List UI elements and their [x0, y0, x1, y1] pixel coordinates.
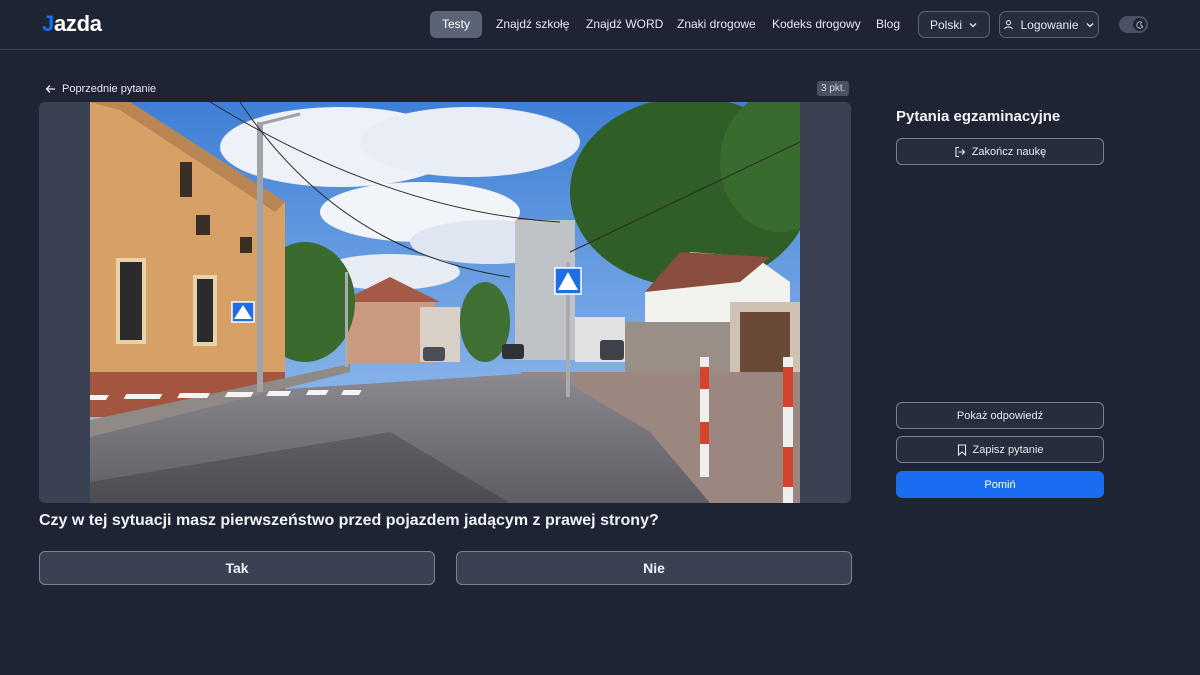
end-learning-button[interactable]: Zakończ naukę — [896, 138, 1104, 165]
street-scene-image — [90, 102, 800, 503]
logout-icon — [955, 146, 965, 157]
points-badge: 3 pkt. — [817, 81, 850, 96]
skip-button[interactable]: Pomiń — [896, 471, 1104, 498]
logo[interactable]: Jazda — [42, 11, 102, 37]
theme-toggle[interactable] — [1119, 16, 1148, 33]
nav-item-kodeks-drogowy[interactable]: Kodeks drogowy — [772, 11, 861, 38]
nav-item-znajdz-word[interactable]: Znajdź WORD — [586, 11, 663, 38]
moon-icon — [1135, 20, 1143, 29]
save-question-button[interactable]: Zapisz pytanie — [896, 436, 1104, 463]
sidebar-title: Pytania egzaminacyjne — [896, 108, 1061, 125]
previous-question-link[interactable]: Poprzednie pytanie — [45, 81, 156, 97]
answer-button-nie[interactable]: Nie — [456, 551, 852, 585]
login-button[interactable]: Logowanie — [999, 11, 1099, 38]
chevron-down-icon — [969, 22, 977, 27]
question-media — [39, 102, 851, 503]
arrow-left-icon — [45, 85, 55, 93]
nav-item-znaki-drogowe[interactable]: Znaki drogowe — [677, 11, 756, 38]
question-text: Czy w tej sytuacji masz pierwszeństwo pr… — [39, 512, 659, 529]
answer-button-tak[interactable]: Tak — [39, 551, 435, 585]
user-icon — [1004, 20, 1014, 30]
show-answer-button[interactable]: Pokaż odpowiedź — [896, 402, 1104, 429]
nav-item-testy[interactable]: Testy — [430, 11, 483, 38]
top-navbar: Jazda Testy Znajdź szkołę Znajdź WORD Zn… — [0, 0, 1200, 50]
language-select[interactable]: Polski — [918, 11, 990, 38]
bookmark-icon — [957, 443, 966, 456]
nav-item-znajdz-szkole[interactable]: Znajdź szkołę — [496, 11, 569, 38]
nav-item-blog[interactable]: Blog — [876, 11, 900, 38]
chevron-down-icon — [1086, 22, 1093, 27]
